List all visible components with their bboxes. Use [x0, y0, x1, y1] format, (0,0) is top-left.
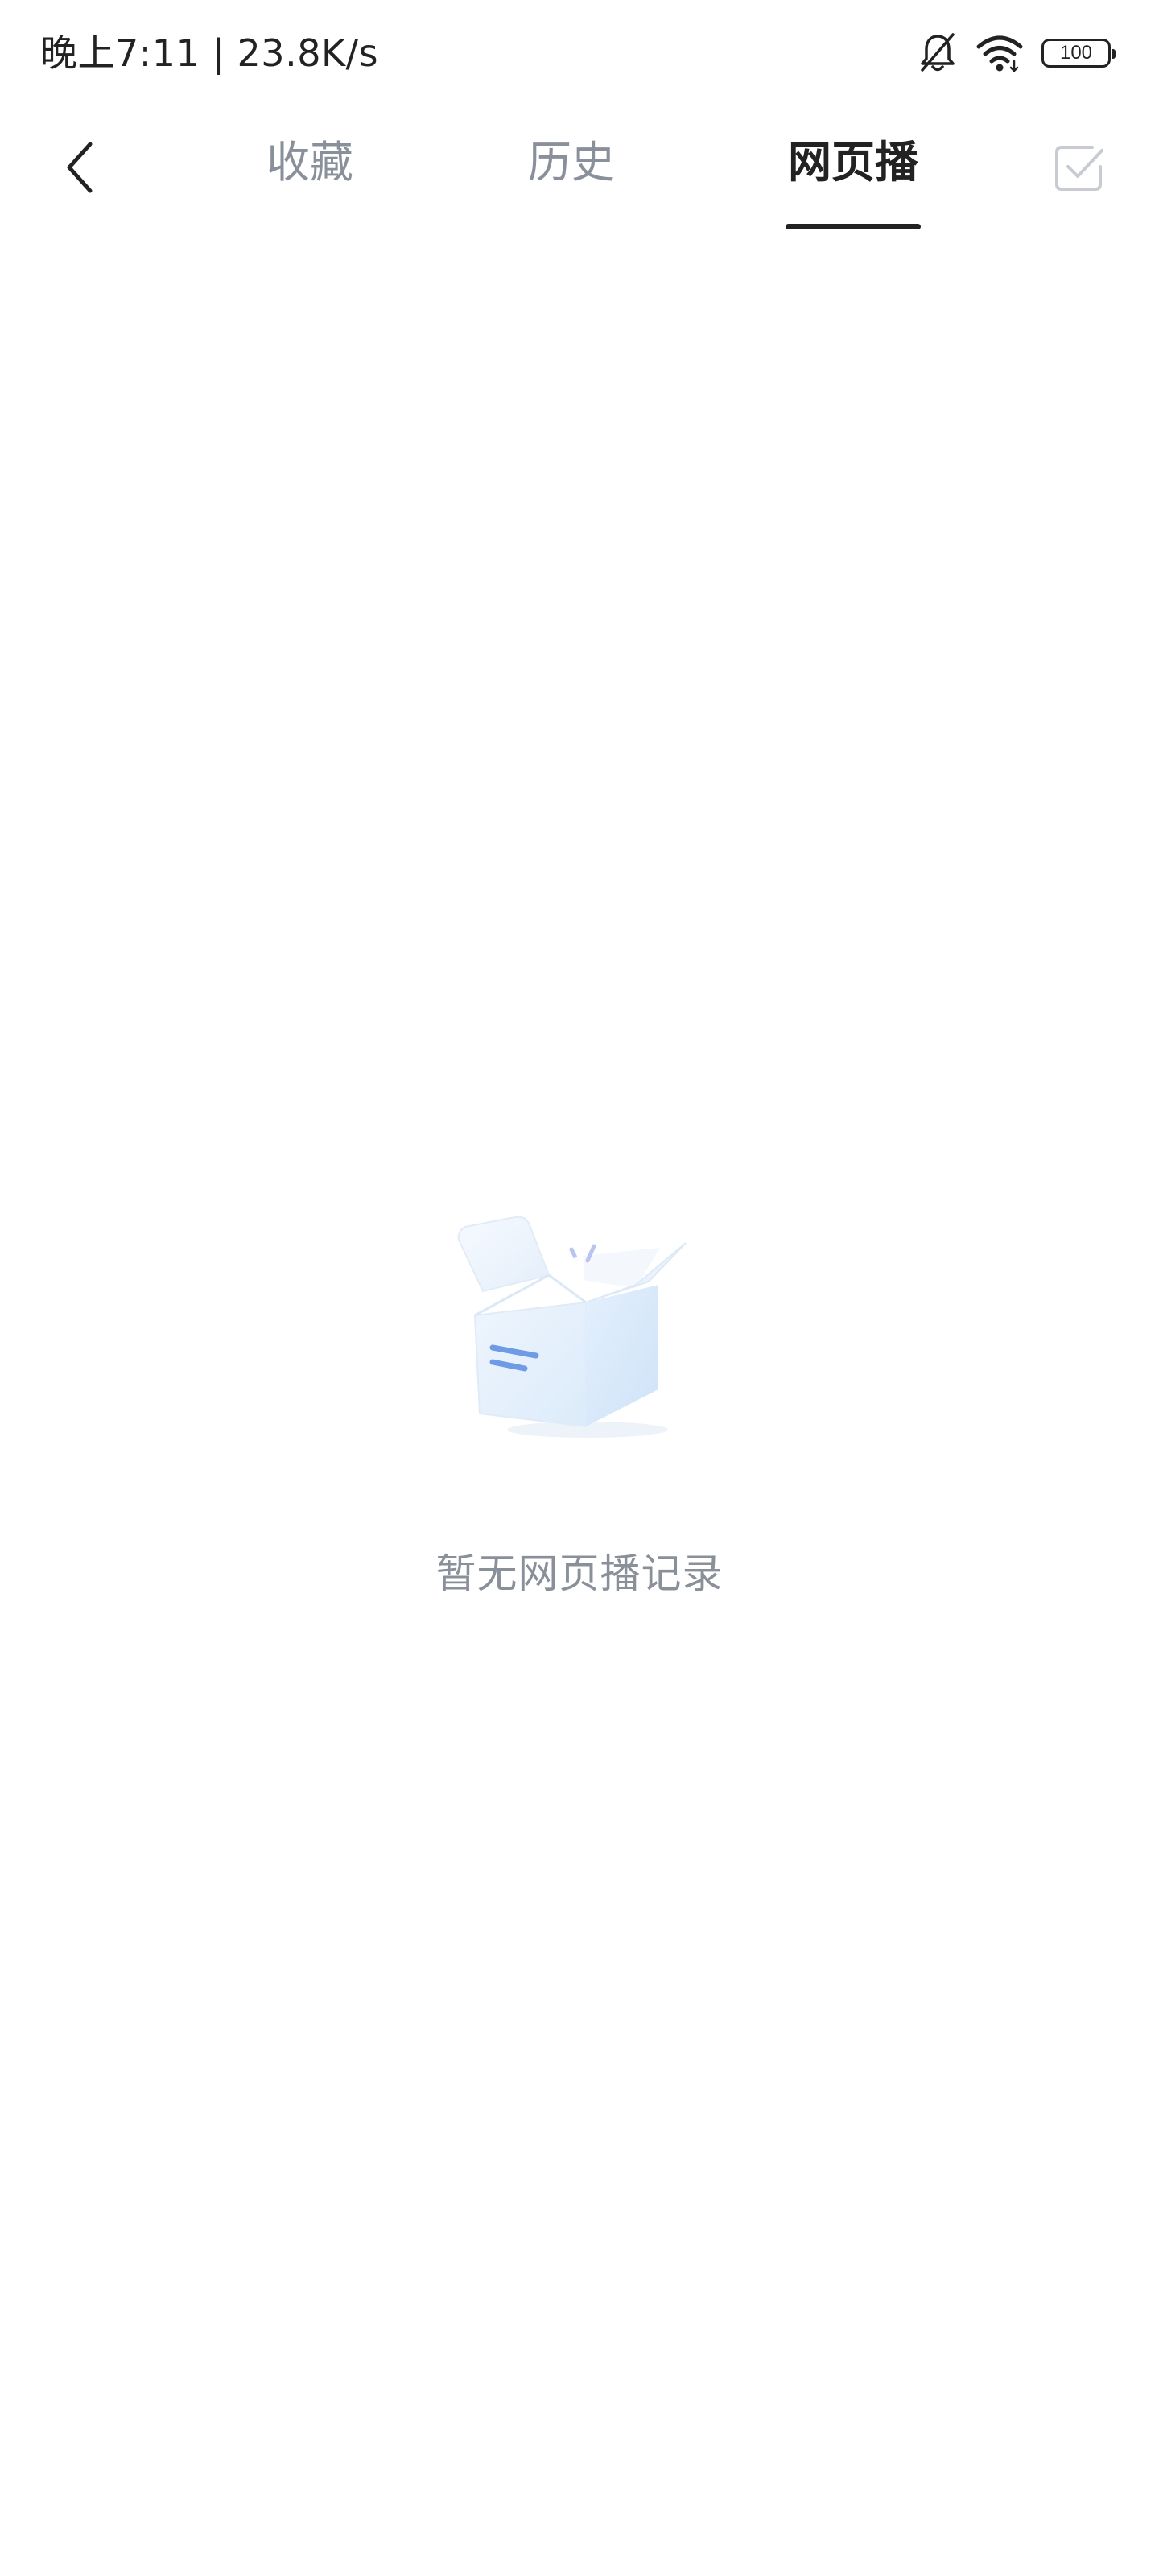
- battery-level: 100: [1059, 42, 1093, 64]
- tab-history[interactable]: 历史: [503, 130, 640, 195]
- empty-message: 暂无网页播记录: [435, 1550, 724, 1597]
- tab-favorites[interactable]: 收藏: [241, 130, 378, 195]
- wifi-icon: [975, 34, 1024, 72]
- status-time-speed: 晚上7:11 | 23.8K/s: [40, 31, 379, 75]
- select-mode-button[interactable]: [1046, 137, 1111, 201]
- back-button[interactable]: [48, 129, 113, 209]
- open-box-icon: [451, 1208, 708, 1481]
- bell-muted-icon: [918, 31, 958, 75]
- status-icons: 100: [918, 29, 1116, 77]
- battery-icon: 100: [1041, 39, 1116, 68]
- nav-header: 收藏 历史 网页播: [0, 105, 1159, 233]
- empty-state: 暂无网页播记录: [0, 1208, 1159, 1626]
- active-tab-indicator: [786, 224, 921, 229]
- app-screen: 晚上7:11 | 23.8K/s 100 收藏 历史 网页播 暂无网页播记录: [0, 0, 1159, 2576]
- status-bar: 晚上7:11 | 23.8K/s 100: [0, 0, 1159, 105]
- checkbox-check-icon: [1050, 139, 1107, 199]
- chevron-left-icon: [64, 139, 97, 199]
- tab-web-play[interactable]: 网页播: [765, 130, 942, 195]
